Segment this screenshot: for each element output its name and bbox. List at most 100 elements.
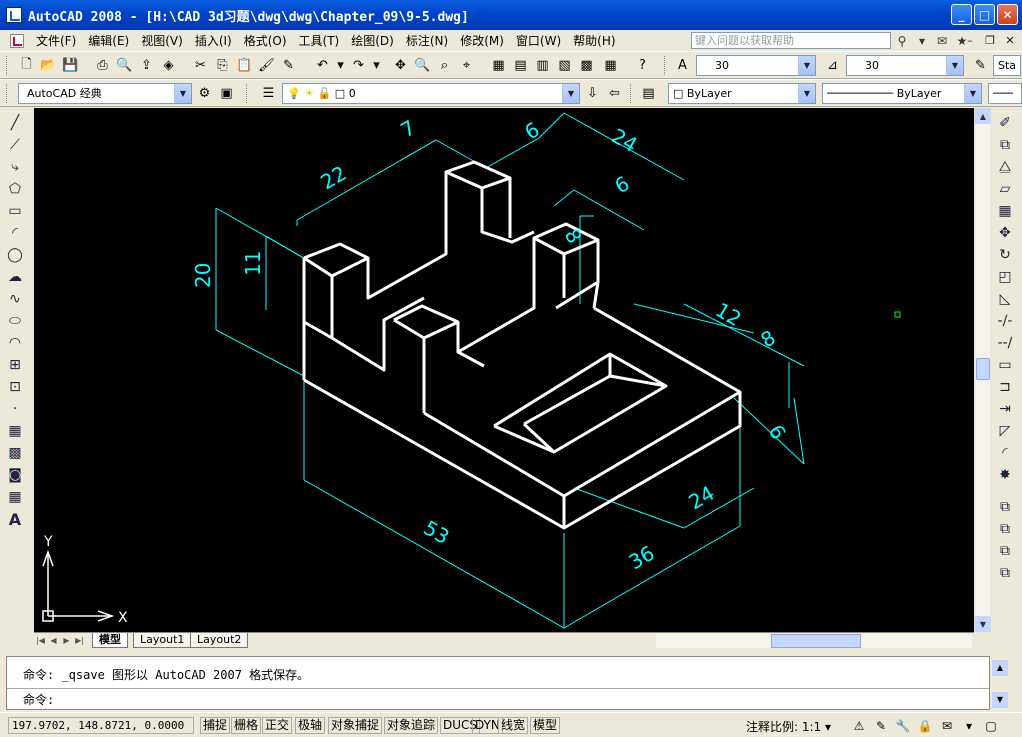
table-icon[interactable]: ▦ [2,486,28,508]
pan-icon[interactable]: ✥ [390,55,411,76]
draw-order-icon[interactable]: ⧉ [992,496,1018,518]
menu-help[interactable]: 帮助(H) [567,32,621,49]
color-combo[interactable]: □ ByLayer ▼ [668,83,816,104]
toolbar-grip[interactable] [6,84,9,103]
lock-icon[interactable]: 🔒 [916,717,934,734]
next-tab-icon[interactable]: ▶ [60,634,73,647]
match-properties-icon[interactable]: 🖌 [256,55,277,76]
ellipse-arc-icon[interactable]: ◠ [2,332,28,354]
doc-minimize-icon[interactable]: – [962,32,978,48]
menu-edit[interactable]: 编辑(E) [82,32,135,49]
zoom-window-icon[interactable]: ⌕ [434,55,455,76]
maximize-button[interactable]: □ [974,4,995,25]
osnap-toggle[interactable]: 对象捕捉 [328,717,383,734]
chevron-down-icon[interactable]: ▼ [798,84,815,103]
scale-icon[interactable]: ◰ [992,266,1018,288]
chevron-down-icon[interactable]: ▼ [562,84,579,103]
zoom-previous-icon[interactable]: ⌖ [456,55,477,76]
clean-screen-icon[interactable]: ▢ [982,717,1000,734]
linetype-combo[interactable]: ────────── ByLayer ▼ [822,83,982,104]
offset-icon[interactable]: ⏥ [992,178,1018,200]
break-icon[interactable]: ⊐ [992,376,1018,398]
menu-format[interactable]: 格式(O) [238,32,293,49]
layer-combo[interactable]: 💡 ☀ 🔓 □ 0 ▼ [282,83,580,104]
text-height-combo[interactable]: 30 ▼ [696,55,816,76]
toolbar-grip[interactable] [6,56,9,75]
scroll-thumb[interactable] [771,634,861,648]
menu-view[interactable]: 视图(V) [135,32,189,49]
extend-icon[interactable]: --∕ [992,332,1018,354]
circle-icon[interactable]: ◯ [2,244,28,266]
insert-block-icon[interactable]: ⊞ [2,354,28,376]
stretch-icon[interactable]: ◺ [992,288,1018,310]
grid-toggle[interactable]: 栅格 [231,717,262,734]
chevron-down-icon[interactable]: ▼ [174,84,191,103]
lineweight-toggle[interactable]: 线宽 [498,717,529,734]
menu-file[interactable]: 文件(F) [30,32,82,49]
menu-arrow-icon[interactable]: ▾ [960,717,978,734]
command-window[interactable]: 命令: _qsave 图形以 AutoCAD 2007 格式保存。 命令: [6,656,990,710]
command-prompt[interactable]: 命令: [23,691,54,708]
dimension-style-combo[interactable]: 30 ▼ [846,55,964,76]
break-at-point-icon[interactable]: ▭ [992,354,1018,376]
block-editor-icon[interactable]: ✎ [278,55,299,76]
ortho-toggle[interactable]: 正交 [262,717,293,734]
hatch-icon[interactable]: ▦ [2,420,28,442]
join-icon[interactable]: ⇥ [992,398,1018,420]
construction-line-icon[interactable]: ⟋ [2,134,28,156]
open-icon[interactable]: 📂 [38,55,59,76]
command-scrollbar[interactable]: ▲ ▼ [992,660,1008,708]
horizontal-scrollbar[interactable] [656,634,972,648]
3d-dwf-icon[interactable]: ◈ [158,55,179,76]
fillet-icon[interactable]: ◜ [992,442,1018,464]
point-icon[interactable]: · [2,398,28,420]
design-center-icon[interactable]: ▤ [510,55,531,76]
erase-icon[interactable]: ✐ [992,112,1018,134]
move-icon[interactable]: ✥ [992,222,1018,244]
line-icon[interactable]: ╱ [2,112,28,134]
arc-icon[interactable]: ◜ [2,222,28,244]
auto-scale-icon[interactable]: ✎ [872,717,890,734]
copy-icon[interactable]: ⎘ [212,55,233,76]
tab-model[interactable]: 模型 [92,633,128,648]
tool-palettes-icon[interactable]: ▥ [532,55,553,76]
multiline-text-icon[interactable]: A [2,508,28,530]
make-layer-current-icon[interactable]: ⇩ [582,83,603,104]
save-icon[interactable]: 💾 [60,55,81,76]
help-search-input[interactable]: 键入问题以获取帮助 [691,32,891,49]
text-style-icon[interactable]: A [672,55,693,76]
dropdown-icon[interactable]: ▾ [913,32,931,49]
layer-manager-icon[interactable]: ☰ [258,83,279,104]
publish-icon[interactable]: ⇪ [136,55,157,76]
markup-icon[interactable]: ▩ [576,55,597,76]
rotate-icon[interactable]: ↻ [992,244,1018,266]
layer-state-icon[interactable]: ▤ [638,83,659,104]
scroll-down-icon[interactable]: ▼ [992,692,1008,708]
search-icon[interactable]: ⚲ [893,32,911,49]
scroll-down-icon[interactable]: ▼ [975,616,991,632]
menu-tools[interactable]: 工具(T) [293,32,346,49]
scroll-thumb[interactable] [976,358,990,380]
ellipse-icon[interactable]: ⬭ [2,310,28,332]
gradient-icon[interactable]: ▩ [2,442,28,464]
tab-layout2[interactable]: Layout2 [190,633,249,648]
annotation-visibility-icon[interactable]: ⚠ [850,717,868,734]
menu-modify[interactable]: 修改(M) [454,32,510,49]
zoom-realtime-icon[interactable]: 🔍 [412,55,433,76]
tab-layout1[interactable]: Layout1 [133,633,192,648]
toolbar-grip[interactable] [246,84,249,103]
polygon-icon[interactable]: ⬠ [2,178,28,200]
send-to-back-icon[interactable]: ⧉ [992,540,1018,562]
close-button[interactable]: ✕ [997,4,1018,25]
minimize-button[interactable]: _ [951,4,972,25]
last-tab-icon[interactable]: ▶| [73,634,86,647]
explode-icon[interactable]: ✸ [992,464,1018,486]
workspace-settings-icon[interactable]: ⚙ [194,83,215,104]
mirror-icon[interactable]: ⧋ [992,156,1018,178]
chamfer-icon[interactable]: ◸ [992,420,1018,442]
wrench-icon[interactable]: 🔧 [894,717,912,734]
dimension-style-icon[interactable]: ⊿ [822,55,843,76]
print-preview-icon[interactable]: 🔍 [114,55,135,76]
rectangle-icon[interactable]: ▭ [2,200,28,222]
coordinate-display[interactable]: 197.9702, 148.8721, 0.0000 [8,717,194,734]
